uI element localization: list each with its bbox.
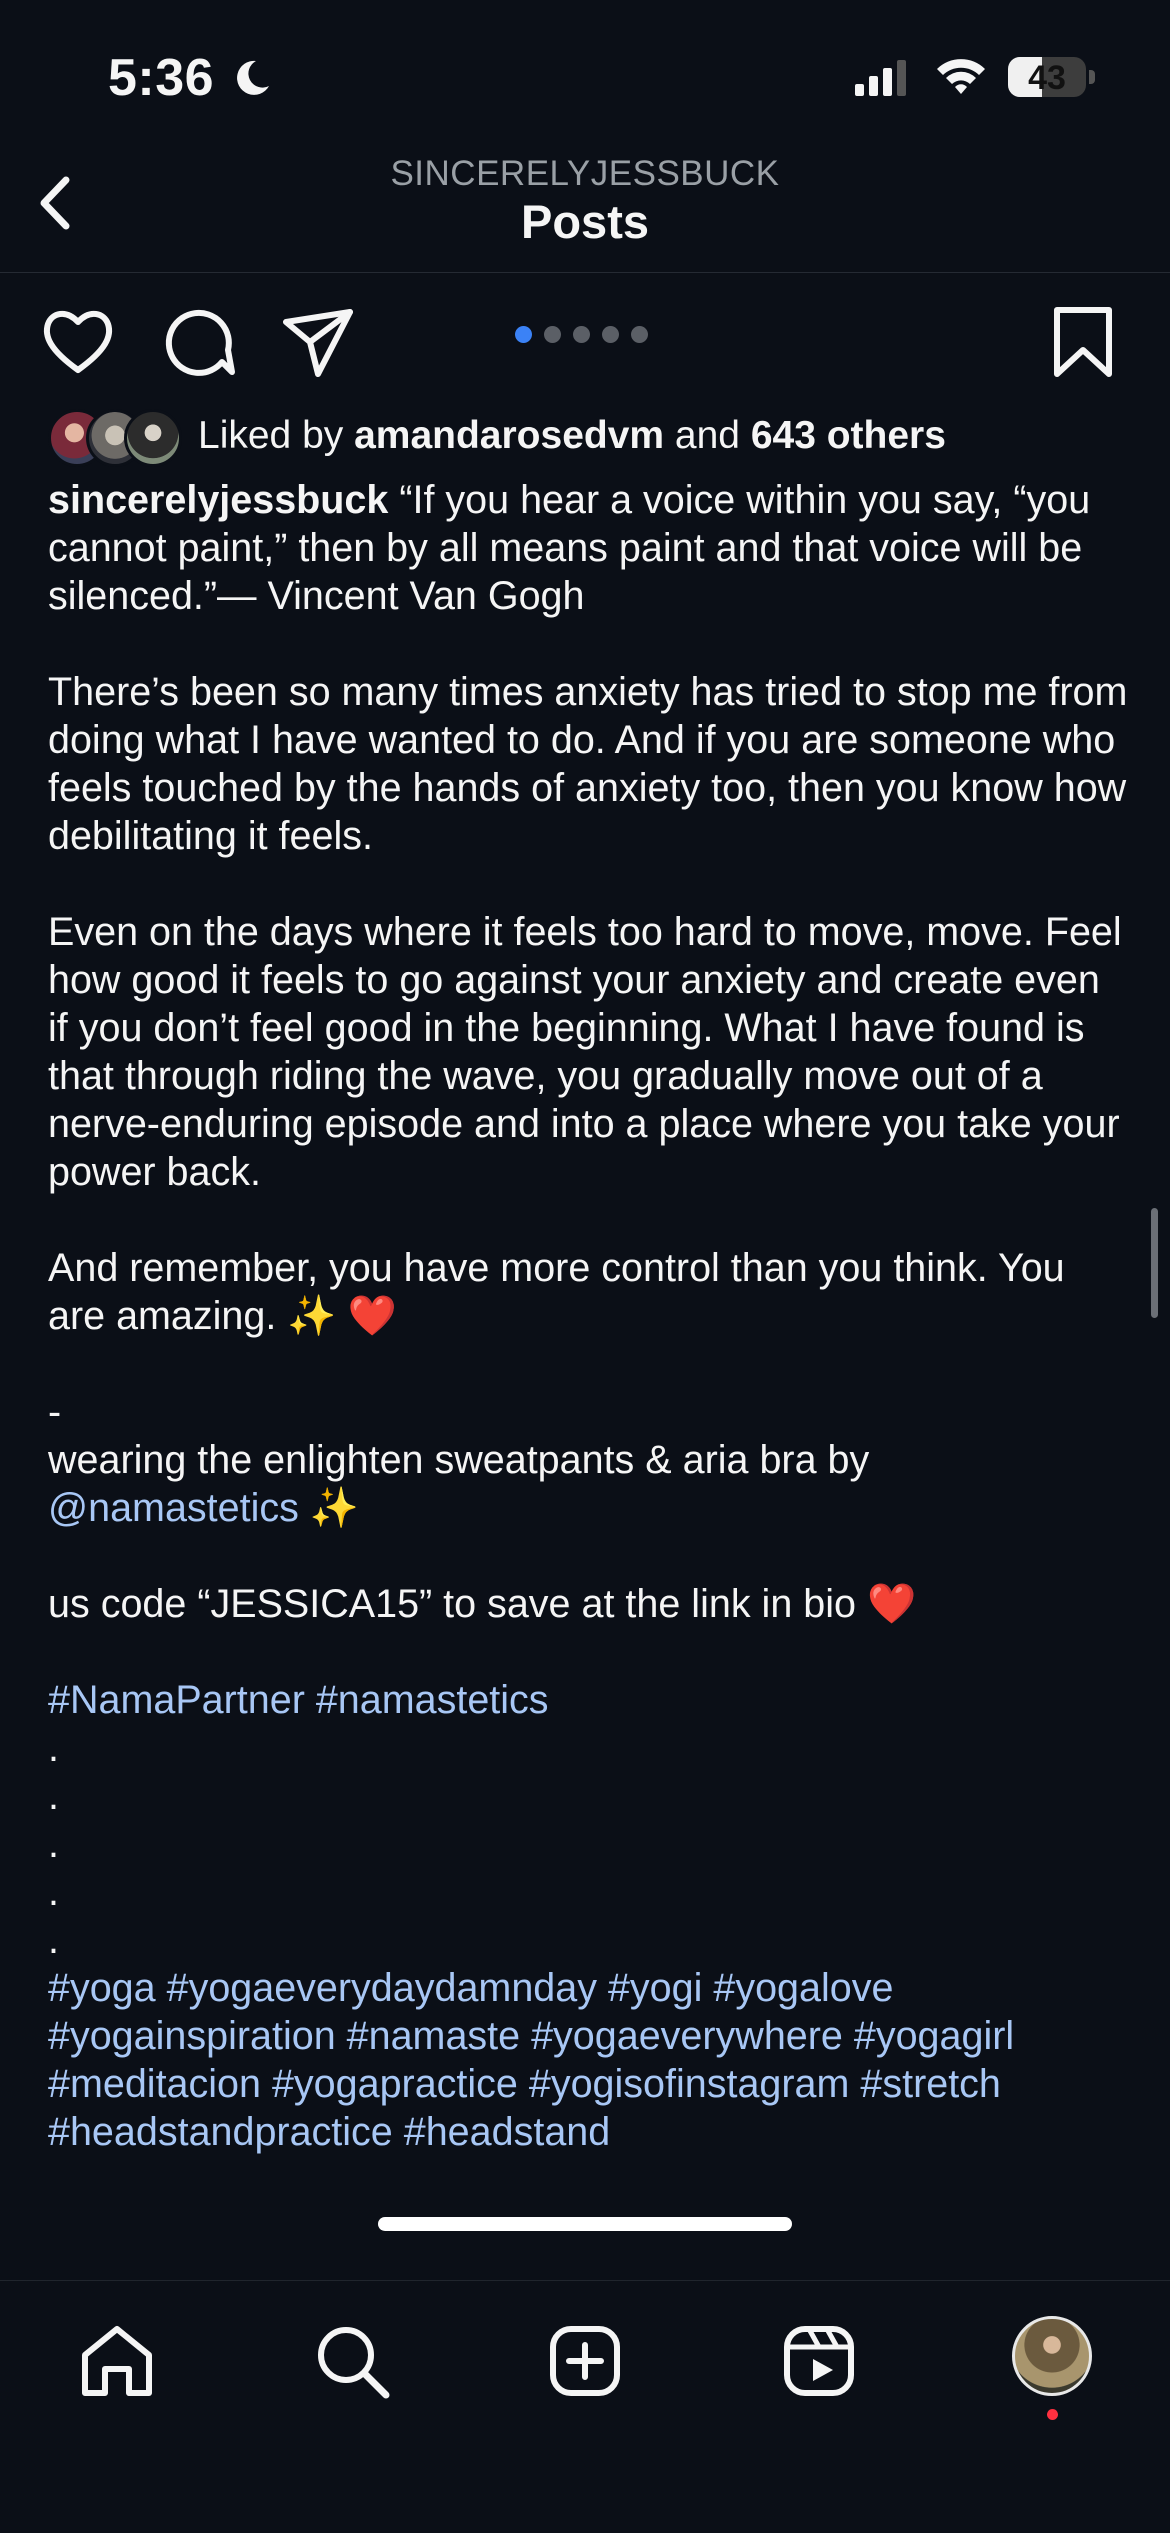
battery-level: 43 — [1028, 59, 1066, 97]
notification-dot — [1047, 2409, 1058, 2420]
profile-username[interactable]: SINCERELYJESSBUCK — [0, 154, 1170, 194]
create-post-icon[interactable] — [545, 2321, 625, 2401]
liker-username[interactable]: amandarosedvm — [354, 414, 664, 458]
cellular-signal-icon — [855, 60, 906, 96]
battery-cap — [1089, 70, 1095, 84]
liker-avatars — [48, 407, 188, 467]
carousel-dot — [515, 326, 532, 343]
home-icon[interactable] — [77, 2321, 157, 2401]
home-indicator[interactable] — [378, 2217, 792, 2231]
wifi-icon — [937, 59, 985, 94]
post-action-row — [0, 290, 1170, 390]
likes-summary[interactable]: Liked by amandarosedvm and 643 others — [48, 406, 946, 467]
search-icon[interactable] — [312, 2321, 392, 2401]
reels-icon[interactable] — [779, 2321, 859, 2401]
mention-link[interactable]: @namastetics — [48, 1486, 299, 1530]
bookmark-icon[interactable] — [1045, 304, 1121, 380]
status-bar: 5:36 43 — [0, 0, 1170, 150]
comment-icon[interactable] — [160, 304, 236, 380]
page-title: Posts — [521, 195, 649, 248]
carousel-dot — [573, 326, 590, 343]
likes-prefix: Liked by — [198, 414, 355, 457]
carousel-dot — [631, 326, 648, 343]
caption-dots: . . . . . — [48, 1726, 59, 1962]
likes-middle: and — [664, 414, 751, 457]
likes-others[interactable]: 643 others — [751, 414, 946, 458]
navigation-header: SINCERELYJESSBUCK Posts — [0, 150, 1170, 273]
carousel-dot — [544, 326, 561, 343]
moon-icon — [237, 60, 269, 95]
carousel-indicator — [515, 326, 648, 343]
battery-icon: 43 — [1008, 57, 1086, 97]
avatar — [124, 409, 182, 467]
profile-tab-avatar[interactable] — [1012, 2316, 1092, 2396]
hashtag-list[interactable]: #yoga #yogaeverydaydamnday #yogi #yogalo… — [48, 1966, 1025, 2154]
carousel-dot — [602, 326, 619, 343]
caption-text: “If you hear a voice within you say, “yo… — [48, 478, 1128, 1482]
bottom-tab-bar — [0, 2280, 1170, 2533]
partner-hashtags[interactable]: #NamaPartner #namastetics — [48, 1678, 549, 1722]
status-time: 5:36 — [108, 49, 215, 107]
scrollbar[interactable] — [1151, 1208, 1158, 1318]
post-caption: sincerelyjessbuck “If you hear a voice w… — [48, 476, 1128, 2156]
heart-icon[interactable] — [40, 304, 116, 380]
share-send-icon[interactable] — [280, 304, 356, 380]
caption-username[interactable]: sincerelyjessbuck — [48, 478, 388, 522]
